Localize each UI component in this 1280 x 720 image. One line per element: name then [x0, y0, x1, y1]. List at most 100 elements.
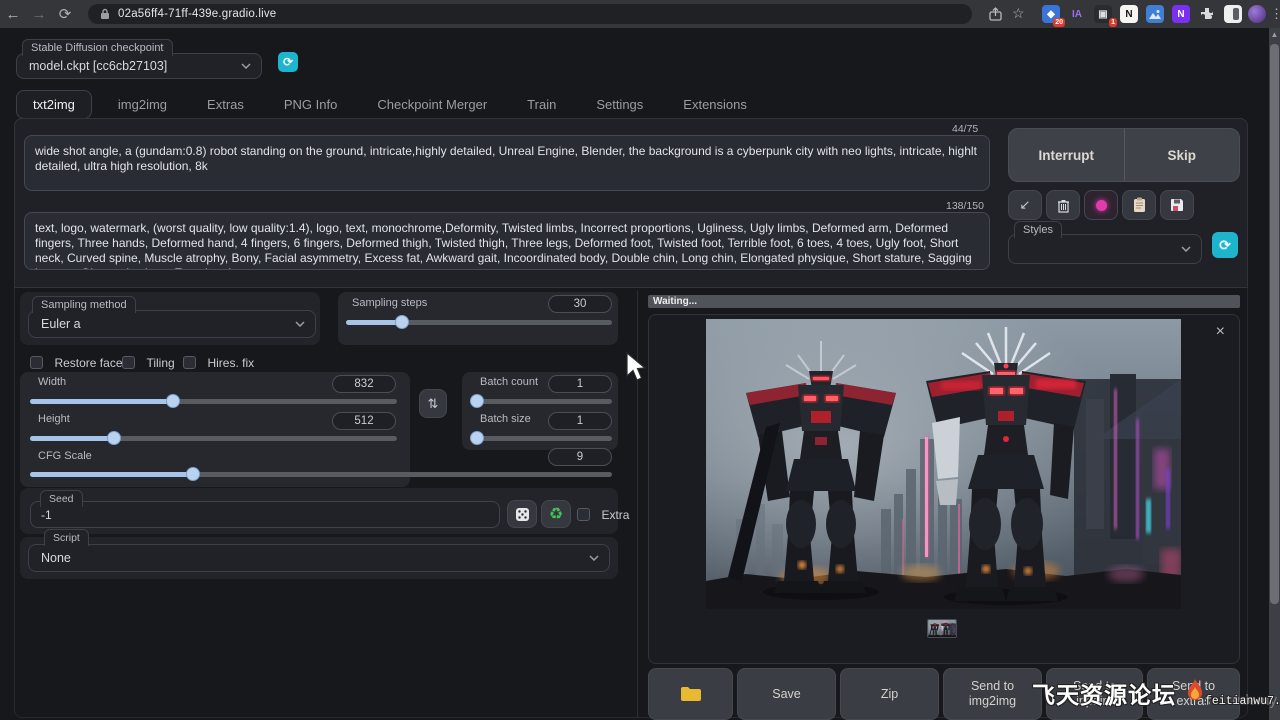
checkpoint-refresh-button[interactable]: ⟳: [278, 52, 298, 72]
sampling-steps-value[interactable]: [548, 295, 612, 313]
back-icon[interactable]: ←: [0, 6, 26, 23]
checkbox-box[interactable]: [577, 508, 590, 521]
tab-train[interactable]: Train: [513, 91, 570, 118]
checkpoint-dropdown[interactable]: model.ckpt [cc6cb27103]: [16, 53, 262, 79]
checkbox-box[interactable]: [122, 356, 135, 369]
apply-style-button[interactable]: [1122, 190, 1156, 220]
sampling-steps-slider[interactable]: [346, 315, 612, 329]
reload-icon[interactable]: ⟳: [52, 5, 78, 23]
ext-chat-icon[interactable]: ▣ 1: [1094, 5, 1112, 23]
checkpoint-value: model.ckpt [cc6cb27103]: [29, 59, 167, 73]
styles-label: Styles: [1014, 221, 1062, 238]
width-value[interactable]: [332, 375, 396, 393]
checkbox-box[interactable]: [30, 356, 43, 369]
address-bar[interactable]: 02a56ff4-71ff-439e.gradio.live: [88, 4, 972, 24]
scrollbar-thumb[interactable]: [1270, 44, 1279, 604]
clear-prompt-button[interactable]: [1046, 190, 1080, 220]
save-button[interactable]: Save: [737, 668, 836, 720]
main-tabs: txt2img img2img Extras PNG Info Checkpoi…: [16, 90, 773, 119]
tab-settings[interactable]: Settings: [582, 91, 657, 118]
height-label: Height: [38, 413, 70, 425]
extra-networks-button[interactable]: [1084, 190, 1118, 220]
ext-pin-icon[interactable]: ◆ 20: [1042, 5, 1060, 23]
interrupt-button[interactable]: Interrupt: [1009, 129, 1125, 181]
open-folder-button[interactable]: [648, 668, 733, 720]
swap-icon: ⇅: [428, 396, 439, 412]
height-value[interactable]: [332, 412, 396, 430]
batch-size-value[interactable]: [548, 412, 612, 430]
recycle-icon: ♻: [549, 504, 563, 524]
tab-extras[interactable]: Extras: [193, 91, 258, 118]
zip-button[interactable]: Zip: [840, 668, 939, 720]
random-seed-button[interactable]: [507, 500, 537, 528]
checkpoint-label: Stable Diffusion checkpoint: [22, 39, 173, 56]
batch-count-slider[interactable]: [470, 394, 612, 408]
sampling-method-dropdown[interactable]: Euler a: [28, 310, 316, 338]
profile-avatar[interactable]: [1248, 5, 1266, 23]
batch-size-slider[interactable]: [470, 431, 612, 445]
seed-input[interactable]: [30, 501, 500, 528]
styles-dropdown[interactable]: [1008, 234, 1202, 264]
negative-prompt-input[interactable]: text, logo, watermark, (worst quality, l…: [24, 212, 990, 270]
tab-img2img[interactable]: img2img: [104, 91, 181, 118]
extensions-puzzle-icon[interactable]: [1198, 5, 1216, 23]
ext-ia-icon[interactable]: IA: [1068, 5, 1086, 23]
checkbox-box[interactable]: [183, 356, 196, 369]
tiling-checkbox[interactable]: Tiling: [122, 354, 175, 372]
ext-purple-icon[interactable]: N: [1172, 5, 1190, 23]
refresh-icon: ⟳: [283, 55, 293, 69]
bookmark-star-icon[interactable]: ☆: [1012, 5, 1025, 22]
tab-png-info[interactable]: PNG Info: [270, 91, 351, 118]
generation-controls: Interrupt Skip: [1008, 128, 1240, 182]
paste-params-button[interactable]: ↙: [1008, 190, 1042, 220]
prompt-input[interactable]: wide shot angle, a (gundam:0.8) robot st…: [24, 135, 990, 191]
output-gallery: ×: [648, 314, 1240, 664]
browser-menu-icon[interactable]: ⋮: [1270, 6, 1280, 22]
seed-label: Seed: [40, 490, 83, 507]
restore-faces-label: Restore faces: [54, 356, 128, 370]
tab-extensions[interactable]: Extensions: [669, 91, 761, 118]
mouse-cursor: [626, 352, 646, 382]
folder-icon: [680, 686, 702, 702]
save-style-button[interactable]: [1160, 190, 1194, 220]
reuse-seed-button[interactable]: ♻: [541, 500, 571, 528]
ext-sidebar-icon[interactable]: [1224, 5, 1242, 23]
scroll-up-arrow[interactable]: ▲: [1269, 30, 1280, 39]
extra-seed-checkbox[interactable]: Extra: [577, 506, 629, 524]
lock-icon: [100, 8, 110, 20]
send-to-img2img-button[interactable]: Send to img2img: [943, 668, 1042, 720]
script-label: Script: [44, 529, 89, 546]
generated-image[interactable]: [706, 319, 1181, 609]
script-dropdown[interactable]: None: [28, 544, 610, 572]
watermark-domain-text: feitianwu7.com: [1205, 695, 1280, 708]
height-slider[interactable]: [30, 431, 397, 445]
ext-notion-icon[interactable]: N: [1120, 5, 1138, 23]
ext-image-icon[interactable]: [1146, 5, 1164, 23]
chevron-down-icon: [295, 321, 305, 327]
styles-refresh-button[interactable]: ⟳: [1212, 232, 1238, 258]
forward-icon[interactable]: →: [26, 6, 52, 23]
tab-checkpoint-merger[interactable]: Checkpoint Merger: [363, 91, 501, 118]
width-slider[interactable]: [30, 394, 397, 408]
cfg-scale-slider[interactable]: [30, 467, 612, 481]
clipboard-icon: [1133, 197, 1146, 213]
progress-bar: Waiting...: [648, 295, 1240, 308]
diagonal-arrow-icon: ↙: [1020, 197, 1031, 213]
restore-faces-checkbox[interactable]: Restore faces: [30, 354, 129, 372]
extra-label: Extra: [601, 508, 629, 522]
tab-txt2img[interactable]: txt2img: [16, 90, 92, 119]
stable-diffusion-webui: ← → ⟳ 02a56ff4-71ff-439e.gradio.live ☆ ◆…: [0, 0, 1280, 720]
page-scrollbar[interactable]: ▲: [1269, 28, 1280, 720]
swap-dimensions-button[interactable]: ⇅: [419, 389, 447, 418]
share-icon[interactable]: [988, 7, 1003, 22]
cfg-scale-label: CFG Scale: [38, 450, 92, 462]
skip-button[interactable]: Skip: [1125, 129, 1240, 181]
width-label: Width: [38, 376, 66, 388]
batch-count-value[interactable]: [548, 375, 612, 393]
gallery-thumbnail[interactable]: [927, 619, 957, 638]
sampling-steps-label: Sampling steps: [352, 297, 427, 309]
hires-fix-checkbox[interactable]: Hires. fix: [183, 354, 254, 372]
negative-token-counter: 138/150: [946, 200, 984, 212]
cfg-scale-value[interactable]: [548, 448, 612, 466]
close-gallery-icon[interactable]: ×: [1216, 323, 1225, 341]
